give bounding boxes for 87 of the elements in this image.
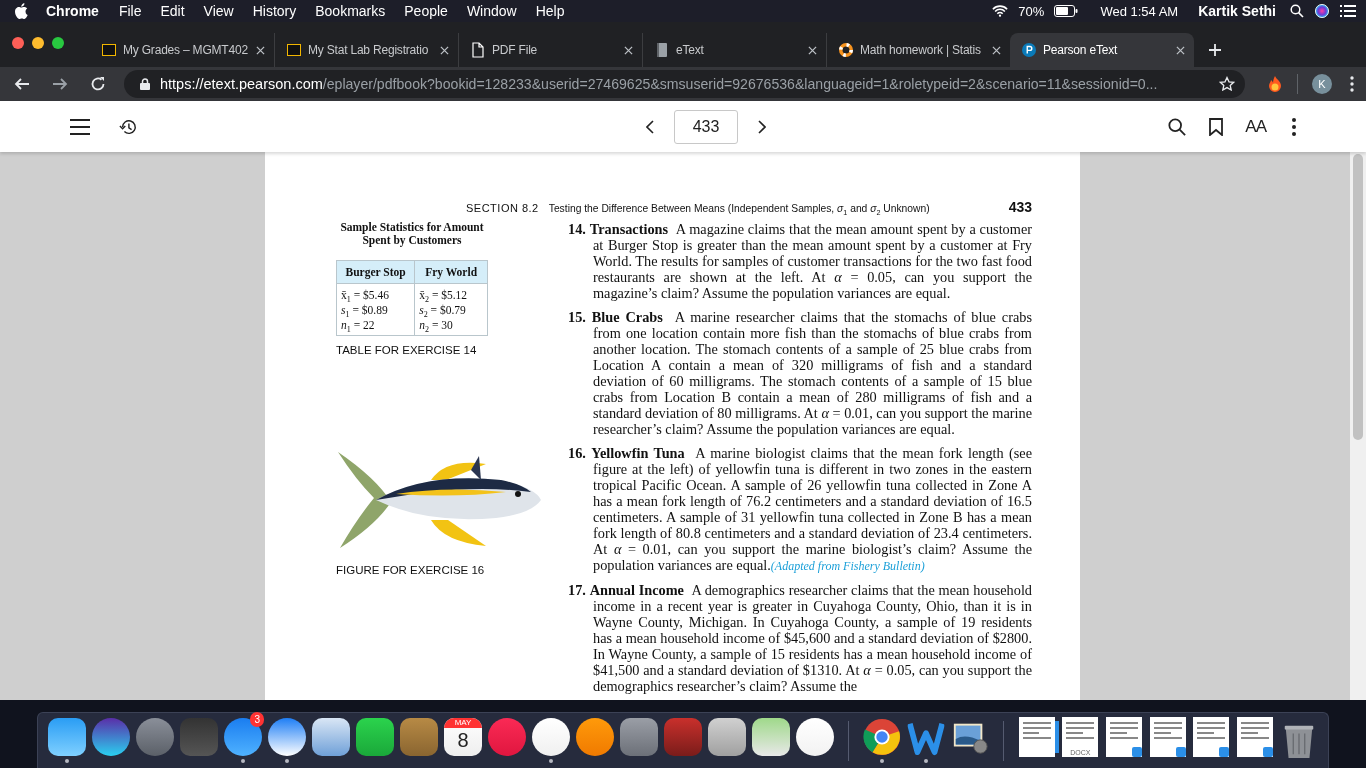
apple-icon[interactable] xyxy=(14,3,28,19)
menu-item[interactable]: Bookmarks xyxy=(315,3,386,19)
flame-face-icon[interactable] xyxy=(1267,75,1283,93)
previous-page-icon[interactable] xyxy=(646,119,654,134)
battery-percent: 70% xyxy=(1018,3,1045,19)
table-cell: s$_{1}$ = $0.89 xyxy=(336,302,415,317)
user-name[interactable]: Kartik Sethi xyxy=(1198,3,1276,19)
document-thumbnail[interactable] xyxy=(1106,717,1143,757)
reload-icon[interactable] xyxy=(90,76,106,92)
browser-tab[interactable]: Pearson eText xyxy=(1010,33,1194,67)
section-title: Testing the Difference Between Means (Independent Samples, σ$_{1}$ and σ$_{2}$ Unknown) xyxy=(548,203,930,214)
figure-label: FIGURE FOR EXERCISE 16 xyxy=(336,564,486,576)
calendar-month: MAY xyxy=(444,718,482,728)
more-options-icon[interactable] xyxy=(1350,76,1354,92)
page-number: 433 xyxy=(1008,199,1032,215)
more-options-icon[interactable] xyxy=(1292,117,1296,136)
exercise-text: 16. Yellowfin Tuna A marine biologist claims that the mean fork length (see figure at the left) of yellowfin tuna is different in two zones in the eastern tropical Pacific Ocean. A sample of 26 yellowfin tuna collected in Zone A has a mean fork length of 76.2 centimeters and a standard deviation of 16.5 centimeters. A sample of 31 yellowfin tuna collected in Zone B has a mean fork length of 80.8 centimeters and a standard deviation of 23.4 centimeters. At α = 0.01, can you support the marine biologist’s claim? Assume the population variances are equal.(Adapted from Fishery Bulletin) xyxy=(568,445,1032,574)
notification-badge: 3 xyxy=(250,712,264,727)
table-cell: n$_{1}$ = 22 xyxy=(336,317,415,336)
lifebuoy-icon xyxy=(839,42,853,58)
minimize-window-button[interactable] xyxy=(32,37,44,49)
exercise-text: 17. Annual Income A demographics researcher claims that the mean household income in a recent year is greater in Cuyahoga County, Ohio, than it is in Wayne County, Michigan. In Cuyahoga County, a sample of 19 residents has a mean household income of $45,600 and a standard deviation of $2800. In Wayne County, a sample of 15 residents has a mean household income of $41,500 and a standard deviation of $1310. At α = 0.05, can you support the demographics researcher’s claim? Assume the xyxy=(568,582,1032,694)
running-indicator xyxy=(285,759,289,763)
menu-item[interactable]: File xyxy=(118,3,142,19)
exercise-text: 15. Blue Crabs A marine researcher claims that the stomachs of blue crabs from one location contain more fish than the stomachs of blue crabs from another location. The stomach contents of a sample of 25 blue crabs from Location A contain a mean of 320 milligrams of fish and a standard deviation of 60 milligrams. The stomach contents of a sample of 15 blue crabs from Location B contain a mean of 280 milligrams of fish and a standard deviation of 80 milligrams. At α = 0.01, can you support the marine researcher’s claim? Assume the population variances are equal. xyxy=(568,309,1032,437)
close-tab-icon[interactable] xyxy=(624,45,633,55)
zoom-window-button[interactable] xyxy=(52,37,64,49)
menu-app-name[interactable]: Chrome xyxy=(46,3,99,19)
search-icon[interactable] xyxy=(1167,117,1188,136)
wifi-icon[interactable] xyxy=(992,4,1009,18)
menu-item[interactable]: Window xyxy=(466,3,517,19)
search-icon[interactable] xyxy=(1290,4,1304,18)
address-field[interactable]: https://etext.pearson.com/eplayer/pdfbook?bookid=128233&userid=27469625&smsuserid=92676536&languageid=1&roletypeid=2&scenario=11&sessionid=0... xyxy=(124,70,1245,98)
running-indicator xyxy=(923,759,928,763)
next-page-icon[interactable] xyxy=(758,119,766,134)
url-path: /eplayer/pdfbook?bookid=128233&userid=27469625&smsuserid=92676536&languageid=1&roletypeid=2&scenario=11&sessionid=0... xyxy=(322,76,1158,92)
menu-item[interactable]: History xyxy=(252,3,297,19)
menu-icon[interactable] xyxy=(70,117,90,136)
font-size-button[interactable]: AA xyxy=(1245,116,1266,137)
back-arrow-icon[interactable] xyxy=(14,76,30,92)
menu-item[interactable]: Edit xyxy=(160,3,185,19)
table-cell: x̄$_{1}$ = $5.46 xyxy=(336,283,415,302)
close-tab-icon[interactable] xyxy=(256,45,265,55)
close-tab-icon[interactable] xyxy=(992,45,1001,55)
document-thumbnail[interactable] xyxy=(1149,717,1186,757)
close-tab-icon[interactable] xyxy=(440,45,449,55)
browser-tab[interactable]: My Grades – MGMT402 xyxy=(90,33,274,67)
pearson-logo-icon xyxy=(1022,42,1036,58)
new-tab-icon[interactable] xyxy=(1208,43,1222,57)
menu-item[interactable]: View xyxy=(203,3,234,19)
close-tab-icon[interactable] xyxy=(1176,45,1185,55)
exercise-text: 14. Transactions A magazine claims that the mean amount spent by a customer at Burger Stop is greater than the mean amount spent by a customer at Fry World. The results for samples of customer transactions for the two fast food restaurants are shown at the left. At α = 0.05, can you support the magazine’s claim? Assume the population variances are equal. xyxy=(568,221,1032,301)
star-icon[interactable] xyxy=(1219,76,1235,92)
menu-item[interactable]: People xyxy=(404,3,448,19)
close-window-button[interactable] xyxy=(12,37,24,49)
menu-item[interactable]: Help xyxy=(535,3,565,19)
browser-icon[interactable] xyxy=(862,718,901,756)
close-tab-icon[interactable] xyxy=(808,45,817,55)
running-indicator xyxy=(549,759,553,763)
list-icon[interactable] xyxy=(1340,4,1356,18)
running-indicator xyxy=(65,759,69,763)
forward-arrow-icon[interactable] xyxy=(52,76,68,92)
table-caption: Sample Statistics for Amount Spent by Customers xyxy=(339,221,485,247)
document-icon xyxy=(471,42,485,58)
url-host: https://etext.pearson.com xyxy=(160,76,323,92)
table-cell: s$_{2}$ = $0.79 xyxy=(414,302,488,317)
running-indicator xyxy=(879,759,884,763)
document-thumbnail[interactable] xyxy=(1237,717,1274,757)
section-label: SECTION 8.2 xyxy=(466,202,539,214)
calendar-icon[interactable]: MAY 8 xyxy=(444,718,482,756)
table-cell: x̄$_{2}$ = $5.12 xyxy=(414,283,488,302)
table-label: TABLE FOR EXERCISE 14 xyxy=(336,344,478,356)
lock-icon xyxy=(140,78,150,90)
bb-logo-icon xyxy=(287,44,301,56)
column-header: Fry World xyxy=(414,260,488,284)
battery-icon[interactable] xyxy=(1054,5,1079,17)
bookmark-icon[interactable] xyxy=(1209,117,1224,136)
column-header: Burger Stop xyxy=(336,260,415,284)
running-indicator xyxy=(241,759,245,763)
clock[interactable]: Wed 1:54 AM xyxy=(1100,3,1179,19)
history-icon[interactable] xyxy=(118,117,138,136)
bb-logo-icon xyxy=(102,44,116,56)
document-thumbnail[interactable] xyxy=(1193,717,1230,757)
page-number-field[interactable]: 433 xyxy=(674,109,738,144)
calendar-day: 8 xyxy=(457,728,469,752)
scrollbar[interactable] xyxy=(1350,152,1366,700)
table-cell: n$_{2}$ = 30 xyxy=(414,317,488,336)
